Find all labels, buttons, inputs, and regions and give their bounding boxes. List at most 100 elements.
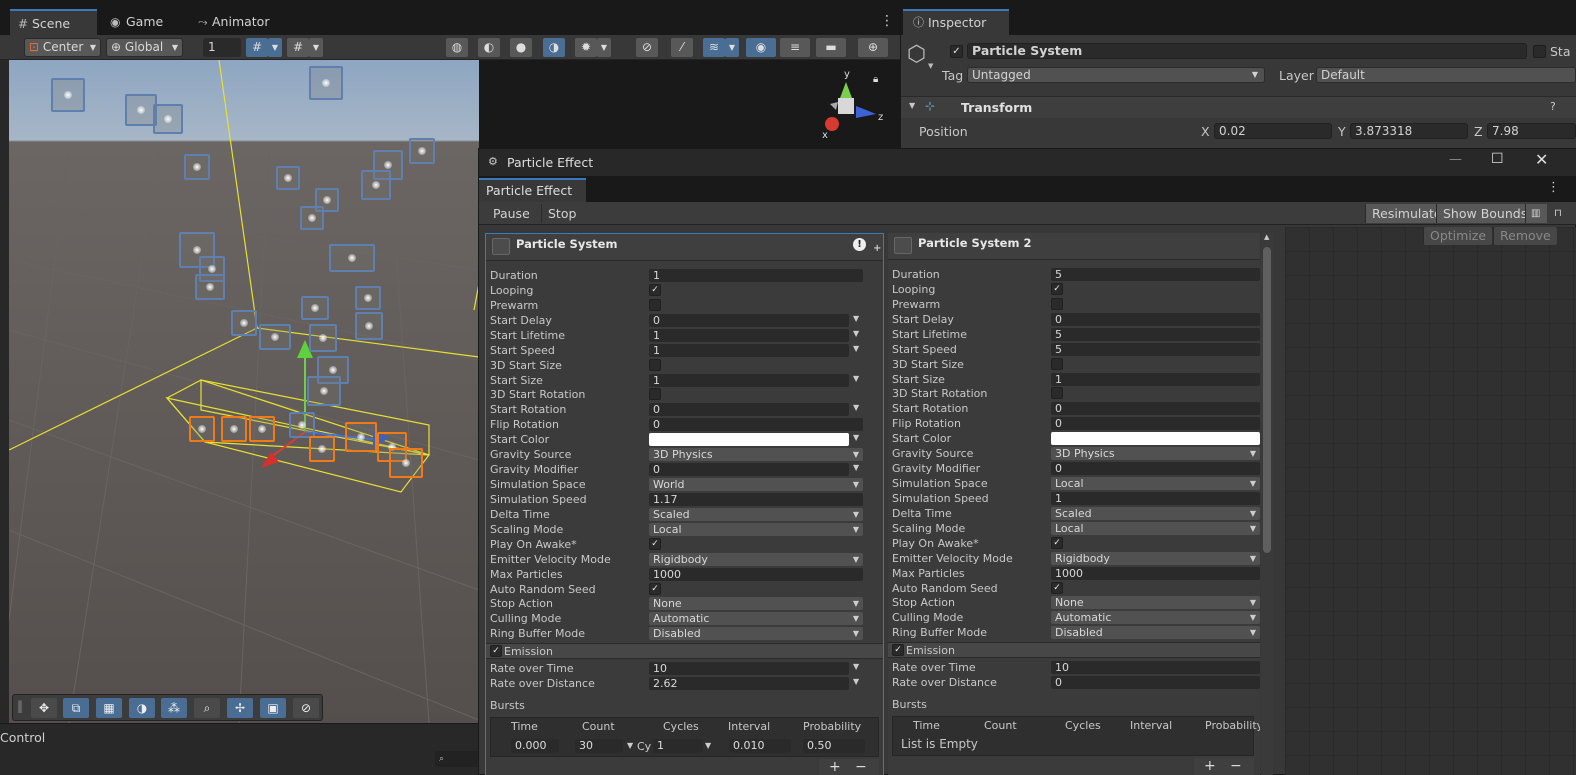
more-options-icon[interactable]: ⋮ xyxy=(880,13,894,29)
shading-tool-icon[interactable]: ◑ xyxy=(129,698,155,718)
looping-checkbox[interactable]: ✓ xyxy=(1051,282,1063,295)
particle-system-header[interactable]: Particle System ! + xyxy=(486,234,883,261)
pause-button[interactable]: Pause xyxy=(487,204,536,223)
burst-count-input[interactable]: 30 xyxy=(575,739,623,754)
shaded-sphere-icon[interactable]: ● xyxy=(510,38,532,57)
space-mode-dropdown[interactable]: ⊕ Global ▼ xyxy=(106,38,183,57)
duration-input[interactable]: 5 xyxy=(1051,268,1260,281)
position-z-input[interactable]: 7.98 xyxy=(1487,123,1576,139)
burst-interval-input[interactable]: 0.010 xyxy=(729,739,791,754)
grid-snap-input[interactable]: 1 xyxy=(203,38,241,57)
auto-random-seed-checkbox[interactable]: ✓ xyxy=(649,582,661,595)
simulation-speed-input[interactable]: 1 xyxy=(1051,491,1260,505)
grid-tool-icon[interactable]: ▦ xyxy=(96,698,122,718)
gravity-source-dropdown[interactable]: 3D Physics ▼ xyxy=(1051,447,1260,461)
burst-time-input[interactable]: 0.000 xyxy=(511,739,559,754)
start-speed-input[interactable]: 5 xyxy=(1051,342,1260,356)
window-titlebar[interactable]: ⚙ Particle Effect — ☐ ✕ xyxy=(479,149,1576,176)
lock-icon[interactable]: 🔒︎ xyxy=(873,74,878,85)
orientation-gizmo[interactable]: y z x xyxy=(812,64,892,144)
start-color-color-field[interactable] xyxy=(649,433,849,447)
3d-start-rotation-checkbox[interactable] xyxy=(1051,387,1063,400)
play-on-awake-checkbox[interactable]: ✓ xyxy=(649,537,661,550)
camera-tool-icon[interactable]: ▣ xyxy=(260,698,286,718)
rate-over-time-input[interactable]: 10 xyxy=(1051,661,1260,675)
ring-buffer-mode-dropdown[interactable]: Disabled ▼ xyxy=(649,627,863,641)
position-x-input[interactable]: 0.02 xyxy=(1214,123,1332,139)
snap-grid-icon[interactable]: # xyxy=(287,38,309,57)
optimize-button[interactable]: Optimize xyxy=(1423,227,1493,245)
maximize-icon[interactable]: ☐ xyxy=(1491,151,1504,167)
lighting-toggle-icon[interactable]: ⁄ xyxy=(671,38,693,57)
3d-start-size-checkbox[interactable] xyxy=(1051,357,1063,370)
chevron-down-icon[interactable]: ▼ xyxy=(853,433,859,442)
chevron-down-icon[interactable]: ▼ xyxy=(268,38,282,57)
columns-icon[interactable]: ▥ xyxy=(1525,204,1547,223)
ring-buffer-mode-dropdown[interactable]: Disabled ▼ xyxy=(1051,626,1260,640)
particle-tool-icon[interactable]: ⁂ xyxy=(161,698,187,718)
chevron-down-icon[interactable]: ▼ xyxy=(853,329,859,338)
remove-icon[interactable]: − xyxy=(855,759,867,775)
tab-inspector[interactable]: ⓘ Inspector xyxy=(903,9,1009,35)
orbit-icon[interactable]: ◍ xyxy=(446,38,468,57)
start-delay-input[interactable]: 0 xyxy=(1051,312,1260,326)
chevron-down-icon[interactable]: ▼ xyxy=(853,374,859,383)
scaling-mode-dropdown[interactable]: Local ▼ xyxy=(1051,521,1260,535)
camera-icon[interactable]: ▬ xyxy=(816,38,846,57)
culling-mode-dropdown[interactable]: Automatic ▼ xyxy=(1051,611,1260,625)
start-color-color-field[interactable] xyxy=(1051,432,1260,446)
close-icon[interactable]: ✕ xyxy=(1535,150,1548,169)
console-search-input[interactable]: ⌕ xyxy=(435,751,480,767)
burst-probability-input[interactable]: 0.50 xyxy=(803,739,865,754)
play-on-awake-checkbox[interactable]: ✓ xyxy=(1051,536,1063,549)
burst-cycles-input[interactable]: 1 xyxy=(653,739,703,754)
start-speed-input[interactable]: 1 xyxy=(649,343,849,357)
delta-time-dropdown[interactable]: Scaled ▼ xyxy=(1051,506,1260,520)
simulation-space-dropdown[interactable]: Local ▼ xyxy=(1051,477,1260,491)
add-icon[interactable]: + xyxy=(1204,758,1216,774)
layer-dropdown[interactable]: Default xyxy=(1316,67,1576,83)
remove-button[interactable]: Remove xyxy=(1493,227,1557,245)
lit-sphere-icon[interactable]: ◑ xyxy=(543,38,565,57)
layers-icon[interactable]: ≡ xyxy=(780,38,810,57)
particle-system-2-header[interactable]: Particle System 2 xyxy=(888,233,1260,260)
minimize-icon[interactable]: — xyxy=(1449,152,1462,167)
chevron-down-icon[interactable]: ▼ xyxy=(853,662,859,671)
emission-module-header[interactable]: ✓ Emission xyxy=(888,642,1260,659)
culling-mode-dropdown[interactable]: Automatic ▼ xyxy=(649,612,863,626)
active-checkbox[interactable]: ✓ xyxy=(950,45,963,58)
add-icon[interactable]: + xyxy=(829,759,841,775)
scene-viewport[interactable]: ═ xyxy=(9,60,479,723)
vertical-scrollbar[interactable]: ▲ xyxy=(1261,233,1273,775)
chevron-down-icon[interactable]: ▼ xyxy=(853,403,859,412)
chevron-down-icon[interactable]: ▼ xyxy=(627,741,633,750)
transform-header[interactable]: ▼ ⊹ Transform ? xyxy=(901,96,1576,118)
flip-rotation-input[interactable]: 0 xyxy=(1051,417,1260,431)
start-size-input[interactable]: 1 xyxy=(649,373,849,387)
rate-over-time-input[interactable]: 10 xyxy=(649,662,849,676)
object-name-input[interactable]: Particle System xyxy=(967,43,1527,59)
chevron-down-icon[interactable]: ▼ xyxy=(928,62,933,70)
tab-animator[interactable]: ⤳ Animator xyxy=(190,9,280,35)
static-checkbox[interactable] xyxy=(1533,45,1546,58)
gizmos-icon[interactable]: ⊕ xyxy=(858,38,888,57)
gravity-source-dropdown[interactable]: 3D Physics ▼ xyxy=(649,448,863,462)
3d-start-size-checkbox[interactable] xyxy=(649,358,661,371)
3d-start-rotation-checkbox[interactable] xyxy=(649,388,661,401)
chevron-down-icon[interactable]: ▼ xyxy=(853,677,859,686)
stop-action-dropdown[interactable]: None ▼ xyxy=(649,597,863,611)
auto-random-seed-checkbox[interactable]: ✓ xyxy=(1051,581,1063,594)
tab-particle-effect[interactable]: Particle Effect xyxy=(479,178,586,202)
transform-tool-icon[interactable]: ⧉ xyxy=(63,698,89,718)
gravity-modifier-input[interactable]: 0 xyxy=(1051,462,1260,476)
visibility-eye-icon[interactable]: ◉ xyxy=(746,38,776,57)
start-size-input[interactable]: 1 xyxy=(1051,372,1260,386)
help-icon[interactable]: ? xyxy=(1550,100,1556,113)
chevron-down-icon[interactable]: ▼ xyxy=(853,314,859,323)
move-tool-icon[interactable]: ✥ xyxy=(31,698,57,718)
chevron-down-icon[interactable]: ▼ xyxy=(309,38,323,57)
duration-input[interactable]: 1 xyxy=(649,269,863,282)
start-rotation-input[interactable]: 0 xyxy=(649,403,849,417)
chevron-down-icon[interactable]: ▼ xyxy=(725,38,739,57)
pivot-tool-icon[interactable]: ✢ xyxy=(227,698,253,718)
